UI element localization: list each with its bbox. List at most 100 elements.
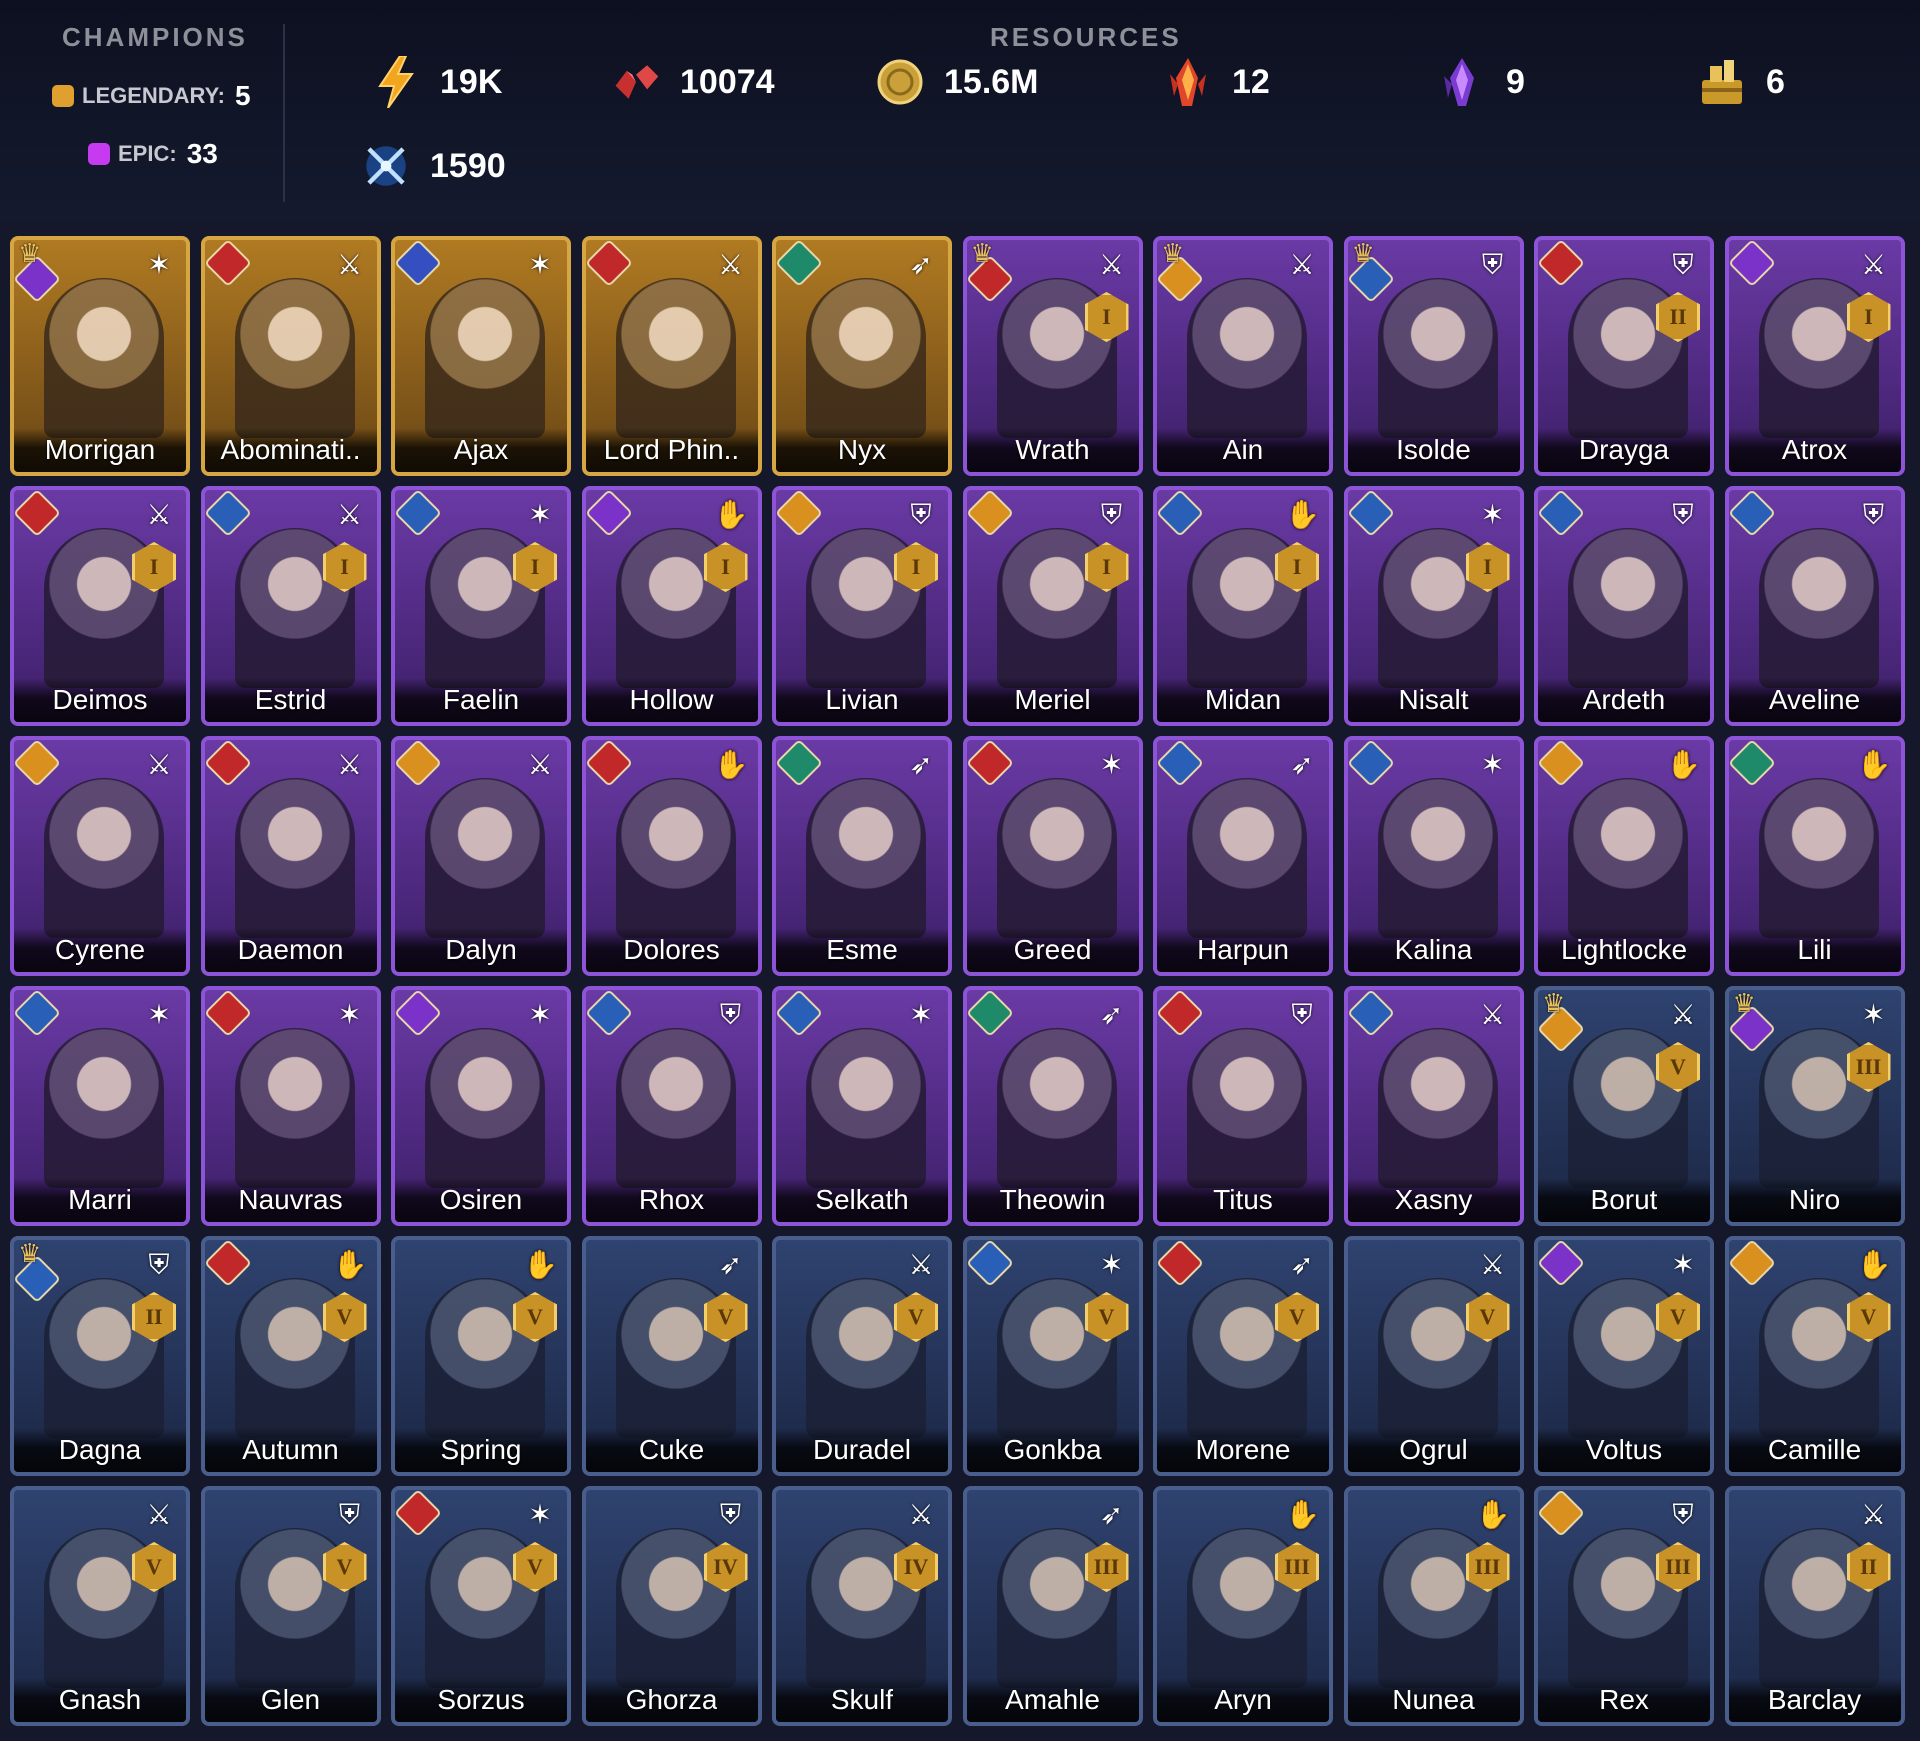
epic-count: 33: [186, 138, 218, 169]
champion-name-bar: Ghorza: [585, 1678, 758, 1722]
champion-card[interactable]: ➶ V Cuke: [581, 1236, 762, 1476]
legendary-count: 5: [235, 80, 251, 111]
champion-card[interactable]: ✋ V Camille: [1724, 1236, 1905, 1476]
champion-card[interactable]: ⛨ II Drayga: [1534, 236, 1714, 476]
champion-name: Spring: [440, 1434, 522, 1465]
champion-card[interactable]: ✋ V Spring: [391, 1236, 571, 1476]
champion-card[interactable]: ⚔ II Barclay: [1724, 1486, 1905, 1726]
affinity-icon: [1728, 240, 1776, 288]
champion-card[interactable]: ♛ ⛨ II Dagna: [10, 1236, 190, 1476]
champion-card[interactable]: ✋ I Midan: [1153, 486, 1333, 726]
champion-card[interactable]: ✋ Lili: [1724, 736, 1905, 976]
champion-card[interactable]: ♛ ⛨ Isolde: [1343, 236, 1524, 476]
champion-card[interactable]: ✶ Marri: [10, 986, 190, 1226]
champion-card[interactable]: ⚔ V Gnash: [10, 1486, 190, 1726]
affinity-icon: [585, 240, 633, 288]
champion-card[interactable]: ➶ Esme: [772, 736, 952, 976]
affinity-icon: [14, 740, 62, 788]
champion-card[interactable]: ⚔ Dalyn: [391, 736, 571, 976]
champion-card[interactable]: ♛ ✶ Morrigan: [10, 236, 190, 476]
champion-card[interactable]: ⚔ V Ogrul: [1343, 1236, 1524, 1476]
champion-name: Abominati..: [220, 434, 361, 465]
resource-void-shards: 9: [1436, 56, 1525, 108]
affinity-icon: [966, 740, 1014, 788]
champion-card[interactable]: ✋ V Autumn: [200, 1236, 381, 1476]
champion-card[interactable]: ⚔ I Estrid: [200, 486, 381, 726]
champion-name: Sorzus: [437, 1684, 525, 1715]
ranged-role-icon: ➶: [1290, 1249, 1314, 1280]
champion-card[interactable]: ✶ Kalina: [1343, 736, 1524, 976]
sword-role-icon: ⚔: [146, 1499, 172, 1530]
champion-card[interactable]: ⚔ Xasny: [1343, 986, 1524, 1226]
champion-card[interactable]: ⚔ Daemon: [200, 736, 381, 976]
champion-card[interactable]: ♛ ⚔ Ain: [1153, 236, 1333, 476]
champion-card[interactable]: ⚔ Abominati..: [200, 236, 381, 476]
champion-card[interactable]: ➶ III Amahle: [962, 1486, 1143, 1726]
champion-card[interactable]: ✋ Lightlocke: [1534, 736, 1714, 976]
champion-card[interactable]: ⚔ V Duradel: [772, 1236, 952, 1476]
champion-card[interactable]: ⛨ Rhox: [581, 986, 762, 1226]
champion-card[interactable]: ⛨ V Glen: [200, 1486, 381, 1726]
champion-card[interactable]: ✶ I Nisalt: [1343, 486, 1524, 726]
champion-card[interactable]: ⚔ Cyrene: [10, 736, 190, 976]
champion-card[interactable]: ✋ Dolores: [581, 736, 762, 976]
champion-card[interactable]: ✶ Selkath: [772, 986, 952, 1226]
champion-card[interactable]: ⛨ Titus: [1153, 986, 1333, 1226]
magic-role-icon: ✶: [1861, 999, 1886, 1030]
affinity-icon: [395, 490, 443, 538]
champion-name-bar: Xasny: [1347, 1178, 1520, 1222]
champion-card[interactable]: ✋ III Aryn: [1153, 1486, 1333, 1726]
champion-card[interactable]: ⛨ Ardeth: [1534, 486, 1714, 726]
champion-card[interactable]: ✶ Nauvras: [200, 986, 381, 1226]
crown-icon: ♛: [1351, 238, 1375, 268]
champion-name: Dalyn: [445, 934, 517, 965]
champion-card[interactable]: ✶ Ajax: [391, 236, 571, 476]
champion-card[interactable]: ⚔ IV Skulf: [772, 1486, 952, 1726]
champion-card[interactable]: ➶ V Morene: [1153, 1236, 1333, 1476]
champion-card[interactable]: ⛨ I Meriel: [962, 486, 1143, 726]
champion-card[interactable]: ♛ ⚔ I Wrath: [962, 236, 1143, 476]
champion-name: Duradel: [812, 1434, 912, 1465]
champion-portrait: [806, 278, 926, 438]
champion-card[interactable]: ♛ ✶ III Niro: [1724, 986, 1905, 1226]
champion-name: Glen: [260, 1684, 321, 1715]
champion-card[interactable]: ✶ V Sorzus: [391, 1486, 571, 1726]
champion-card[interactable]: ⛨ III Rex: [1534, 1486, 1714, 1726]
champion-name: Aryn: [1214, 1684, 1272, 1715]
champion-portrait: [615, 778, 736, 938]
champion-name-bar: Wrath: [966, 428, 1139, 472]
champion-portrait: [44, 1028, 164, 1188]
champion-card[interactable]: ✋ III Nunea: [1343, 1486, 1524, 1726]
affinity-icon: [585, 740, 633, 788]
support-role-icon: ✋: [332, 1249, 368, 1280]
support-role-icon: ✋: [1475, 1499, 1511, 1530]
champion-card[interactable]: ✶ V Gonkba: [962, 1236, 1143, 1476]
champion-portrait: [1187, 778, 1307, 938]
resource-value: 6: [1766, 62, 1785, 101]
champion-card[interactable]: ➶ Harpun: [1153, 736, 1333, 976]
champion-card[interactable]: ✶ Greed: [962, 736, 1143, 976]
champion-card[interactable]: ✶ V Voltus: [1534, 1236, 1714, 1476]
champion-name-bar: Voltus: [1538, 1428, 1710, 1472]
magic-role-icon: ✶: [528, 499, 552, 530]
champion-card[interactable]: ➶ Theowin: [962, 986, 1143, 1226]
champion-card[interactable]: ⛨ Aveline: [1724, 486, 1905, 726]
affinity-icon: [1538, 1490, 1586, 1538]
champion-card[interactable]: ♛ ⚔ V Borut: [1534, 986, 1714, 1226]
champion-card[interactable]: ⛨ I Livian: [772, 486, 952, 726]
champion-name: Ardeth: [1582, 684, 1666, 715]
champion-name: Ogrul: [1399, 1434, 1468, 1465]
champion-name: Harpun: [1197, 934, 1289, 965]
champion-card[interactable]: ✶ Osiren: [391, 986, 571, 1226]
champion-name: Rex: [1599, 1684, 1649, 1715]
champion-card[interactable]: ⛨ IV Ghorza: [581, 1486, 762, 1726]
champion-name-bar: Nauvras: [204, 1178, 377, 1222]
champion-card[interactable]: ⚔ I Deimos: [10, 486, 190, 726]
champion-card[interactable]: ⚔ Lord Phin..: [581, 236, 762, 476]
resource-silver: 15.6M: [874, 56, 1039, 108]
champion-card[interactable]: ✶ I Faelin: [391, 486, 571, 726]
champion-card[interactable]: ✋ I Hollow: [581, 486, 762, 726]
champion-card[interactable]: ⚔ I Atrox: [1724, 236, 1905, 476]
champion-card[interactable]: ➶ Nyx: [772, 236, 952, 476]
champion-portrait: [996, 778, 1117, 938]
